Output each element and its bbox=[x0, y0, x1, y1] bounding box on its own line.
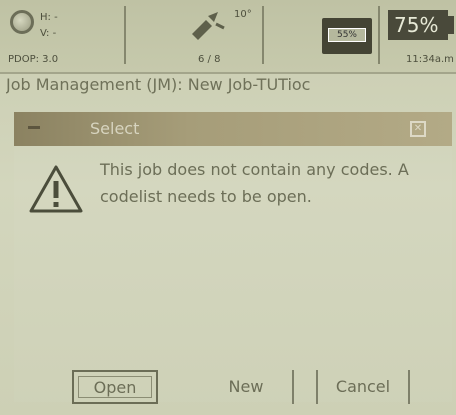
battery-level: 75% bbox=[388, 10, 448, 40]
clock-time: 11:34a.m bbox=[406, 54, 454, 65]
status-bar: H: - V: - PDOP: 3.0 10° 6 / 8 55% 75% 11… bbox=[0, 0, 456, 74]
pdop-value: PDOP: 3.0 bbox=[8, 54, 59, 65]
status-separator bbox=[124, 6, 126, 64]
satellite-count: 6 / 8 bbox=[198, 54, 221, 65]
status-separator bbox=[378, 6, 380, 64]
page-title: Job Management (JM): New Job-TUTioc bbox=[6, 75, 311, 94]
minimize-icon[interactable] bbox=[28, 126, 40, 129]
memory-usage: 55% bbox=[328, 28, 366, 42]
select-dialog: Select ✕ This job does not contain any c… bbox=[14, 112, 452, 402]
position-status-icon bbox=[10, 10, 34, 34]
status-separator bbox=[262, 6, 264, 64]
memory-card-icon: 55% bbox=[322, 18, 372, 54]
dialog-message: This job does not contain any codes. A c… bbox=[100, 160, 409, 206]
battery-icon bbox=[448, 16, 454, 34]
rtk-angle: 10° bbox=[234, 9, 252, 20]
open-button-label: Open bbox=[78, 376, 152, 398]
dialog-header: Select ✕ bbox=[14, 112, 452, 146]
dialog-title: Select bbox=[90, 119, 140, 138]
position-quality-vertical: V: - bbox=[40, 28, 57, 39]
rtk-satellite-icon bbox=[192, 12, 225, 40]
warning-icon bbox=[29, 165, 83, 213]
close-icon[interactable]: ✕ bbox=[410, 121, 426, 137]
open-button[interactable]: Open bbox=[72, 370, 158, 404]
new-button[interactable]: New bbox=[200, 370, 294, 404]
cancel-button[interactable]: Cancel bbox=[316, 370, 410, 404]
position-quality-horizontal: H: - bbox=[40, 12, 58, 23]
device-screen: H: - V: - PDOP: 3.0 10° 6 / 8 55% 75% 11… bbox=[0, 0, 456, 415]
